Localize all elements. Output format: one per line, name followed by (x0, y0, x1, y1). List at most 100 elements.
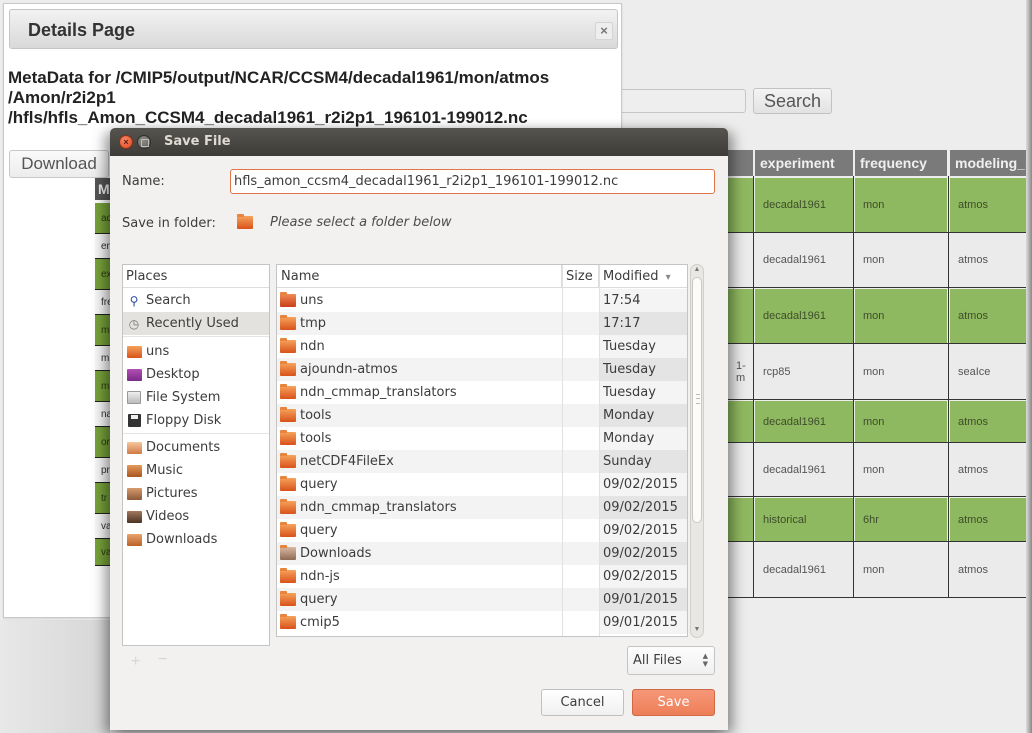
table-cell-modeling: atmos (950, 444, 1030, 496)
file-name: ajoundn-atmos (280, 358, 398, 381)
window-edge (1026, 0, 1032, 733)
file-row[interactable]: Downloads 09/02/2015 (277, 542, 687, 565)
close-icon[interactable]: × (119, 135, 133, 149)
cancel-button[interactable]: Cancel (541, 689, 624, 716)
file-list-scrollbar[interactable]: ▲ ▼ (690, 264, 704, 638)
scroll-up-icon[interactable]: ▲ (693, 266, 701, 273)
column-header-modeling[interactable]: modeling_r (950, 150, 1030, 176)
place-item-documents[interactable]: Documents (123, 436, 269, 459)
file-name-label: query (300, 592, 338, 607)
file-row[interactable]: tools Monday (277, 404, 687, 427)
file-modified: 09/01/2015 (599, 611, 687, 634)
file-row[interactable]: query 09/02/2015 (277, 519, 687, 542)
place-item-music[interactable]: Music (123, 459, 269, 482)
search-button[interactable]: Search (753, 88, 832, 114)
file-modified: Monday (599, 427, 687, 450)
column-header-name[interactable]: Name (277, 265, 562, 288)
file-modified: Sunday (599, 450, 687, 473)
column-divider (948, 176, 949, 598)
filter-value: All Files (633, 653, 682, 668)
place-item-recently-used[interactable]: ◷ Recently Used (123, 312, 269, 335)
table-cell-experiment: decadal1961 (755, 233, 853, 287)
remove-bookmark-button[interactable]: − (158, 651, 167, 669)
file-row[interactable]: cmip5 09/01/2015 (277, 611, 687, 634)
column-header-frequency[interactable]: frequency (855, 150, 947, 176)
column-header-size[interactable]: Size (562, 265, 599, 288)
column-header-hidden[interactable] (728, 150, 753, 176)
maximize-icon[interactable] (137, 135, 151, 149)
file-row[interactable]: query 09/01/2015 (277, 588, 687, 611)
place-item-desktop[interactable]: Desktop (123, 363, 269, 386)
place-label: Search (146, 293, 191, 308)
row-divider (728, 597, 1028, 598)
table-cell-truncated (728, 444, 753, 496)
place-item-floppy-disk[interactable]: Floppy Disk (123, 409, 269, 432)
file-row[interactable]: ndn_cmmap_translators 09/02/2015 (277, 496, 687, 519)
file-row[interactable]: tools Monday (277, 427, 687, 450)
save-in-folder-label: Save in folder: (122, 216, 216, 231)
page-background-lower (0, 620, 110, 733)
file-row[interactable]: ndn-js 09/02/2015 (277, 565, 687, 588)
folder-icon (280, 407, 296, 422)
file-row[interactable]: query 09/02/2015 (277, 473, 687, 496)
file-name: cmip5 (280, 611, 340, 634)
table-cell-experiment: decadal1961 (755, 401, 853, 442)
metadata-line: /hfls/hfls_Amon_CCSM4_decadal1961_r2i2p1… (8, 108, 528, 127)
place-label: Documents (146, 440, 221, 455)
place-item-videos[interactable]: Videos (123, 505, 269, 528)
column-header-modified[interactable]: Modified ▾ (599, 265, 687, 288)
file-name: Downloads (280, 542, 371, 565)
file-modified: Monday (599, 404, 687, 427)
file-modified: Tuesday (599, 358, 687, 381)
scroll-down-icon[interactable]: ▼ (693, 626, 701, 633)
file-name-label: ndn (300, 339, 325, 354)
table-cell-truncated (728, 178, 753, 232)
file-name-label: query (300, 523, 338, 538)
table-cell-frequency: 6hr (855, 498, 947, 541)
search-input[interactable] (612, 89, 746, 113)
column-header-experiment[interactable]: experiment (755, 150, 853, 176)
file-row[interactable]: ndn Tuesday (277, 335, 687, 358)
file-row[interactable]: ajoundn-atmos Tuesday (277, 358, 687, 381)
place-label: Recently Used (146, 316, 239, 331)
folder-icon (280, 338, 296, 353)
row-divider (728, 399, 1028, 400)
place-item-pictures[interactable]: Pictures (123, 482, 269, 505)
metadata-heading: MetaData for /CMIP5/output/NCAR/CCSM4/de… (8, 68, 608, 128)
filename-input[interactable]: hfls_amon_ccsm4_decadal1961_r2i2p1_19610… (230, 169, 715, 194)
place-item-downloads[interactable]: Downloads (123, 528, 269, 551)
search-icon: ⚲ (129, 293, 139, 308)
place-item-uns[interactable]: uns (123, 340, 269, 363)
file-type-filter-select[interactable]: All Files ▲ ▼ (627, 646, 715, 675)
scrollbar-thumb[interactable] (692, 277, 702, 523)
save-button[interactable]: Save (632, 689, 715, 716)
file-name: ndn_cmmap_translators (280, 381, 457, 404)
place-label: uns (146, 344, 170, 359)
file-modified: Tuesday (599, 381, 687, 404)
file-row[interactable]: tmp 17:17 (277, 312, 687, 335)
clock-icon: ◷ (128, 316, 140, 331)
file-name-label: uns (300, 293, 324, 308)
file-row[interactable]: uns 17:54 (277, 289, 687, 312)
add-bookmark-button[interactable]: + (131, 653, 140, 671)
folder-icon (280, 499, 296, 514)
place-item-search[interactable]: ⚲ Search (123, 289, 269, 312)
downloads-folder-icon (280, 545, 296, 560)
download-button[interactable]: Download (9, 150, 109, 178)
file-name: tools (280, 427, 331, 450)
name-label: Name: (122, 174, 165, 189)
downloads-folder-icon (126, 532, 142, 547)
home-folder-icon (280, 292, 296, 307)
file-modified: Tuesday (599, 335, 687, 358)
table-cell-experiment: rcp85 (755, 345, 853, 399)
file-name-label: query (300, 477, 338, 492)
place-label: Videos (146, 509, 190, 524)
table-cell-frequency: mon (855, 289, 947, 343)
table-cell-truncated (728, 498, 753, 541)
file-row[interactable]: netCDF4FileEx Sunday (277, 450, 687, 473)
place-item-file-system[interactable]: File System (123, 386, 269, 409)
dialog-titlebar: × Save File (110, 128, 728, 156)
file-row[interactable]: ndn_cmmap_translators Tuesday (277, 381, 687, 404)
folder-icon (280, 361, 296, 376)
close-icon[interactable]: × (595, 22, 613, 40)
